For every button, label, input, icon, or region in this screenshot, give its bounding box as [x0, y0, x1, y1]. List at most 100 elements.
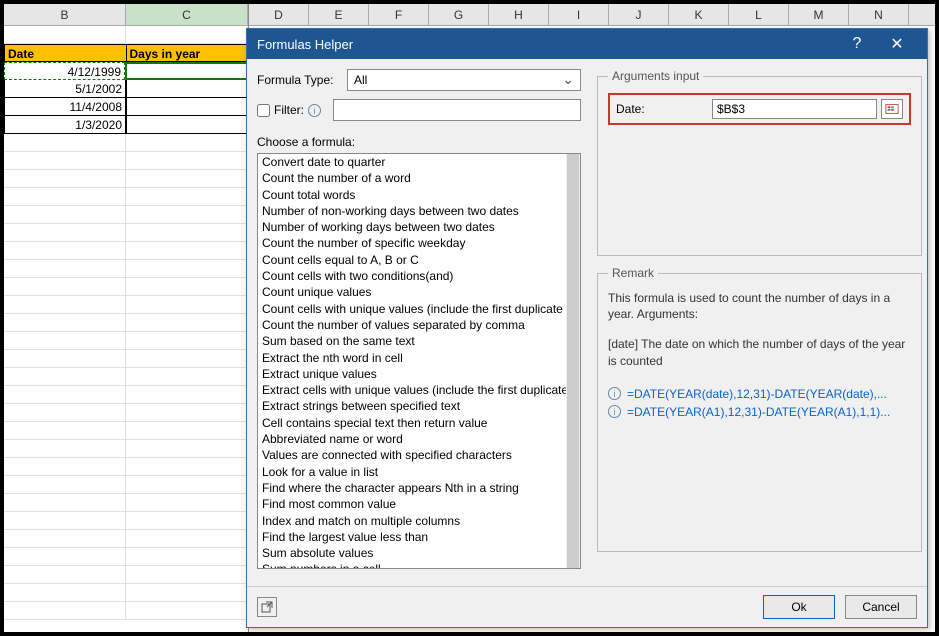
col-header-c[interactable]: C	[126, 4, 248, 25]
cell[interactable]	[4, 494, 126, 512]
formula-item[interactable]: Cell contains special text then return v…	[258, 415, 566, 431]
cell[interactable]	[4, 512, 126, 530]
formula-type-combo[interactable]: All	[347, 69, 581, 91]
cell[interactable]	[4, 548, 126, 566]
formula-item[interactable]: Abbreviated name or word	[258, 431, 566, 447]
col-header-h[interactable]: H	[489, 4, 549, 25]
cell[interactable]	[126, 296, 248, 314]
cell[interactable]	[4, 152, 126, 170]
cancel-button[interactable]: Cancel	[845, 595, 917, 619]
cell[interactable]	[126, 422, 248, 440]
cell[interactable]	[4, 566, 126, 584]
cell-b4[interactable]: 5/1/2002	[4, 80, 126, 98]
formula-item[interactable]: Count cells equal to A, B or C	[258, 252, 566, 268]
help-button[interactable]: ?	[837, 35, 877, 53]
cell[interactable]	[126, 260, 248, 278]
formula-item[interactable]: Convert date to quarter	[258, 154, 566, 170]
col-header-d[interactable]: D	[249, 4, 309, 25]
cell-b6[interactable]: 1/3/2020	[4, 116, 126, 134]
formula-item[interactable]: Number of working days between two dates	[258, 219, 566, 235]
cell[interactable]	[126, 152, 248, 170]
cell[interactable]	[4, 476, 126, 494]
formula-item[interactable]: Count the number of specific weekday	[258, 235, 566, 251]
formula-item[interactable]: Sum based on the same text	[258, 333, 566, 349]
header-date[interactable]: Date	[4, 44, 127, 62]
cell-b5[interactable]: 11/4/2008	[4, 98, 126, 116]
cell[interactable]	[126, 242, 248, 260]
cell[interactable]	[126, 224, 248, 242]
cell[interactable]	[4, 530, 126, 548]
formula-item[interactable]: Count cells with two conditions(and)	[258, 268, 566, 284]
cell[interactable]	[126, 386, 248, 404]
cell[interactable]	[126, 458, 248, 476]
cell[interactable]	[4, 332, 126, 350]
ok-button[interactable]: Ok	[763, 595, 835, 619]
cell[interactable]	[4, 440, 126, 458]
formula-item[interactable]: Count the number of a word	[258, 170, 566, 186]
cell[interactable]	[126, 584, 248, 602]
cell[interactable]	[126, 494, 248, 512]
cell[interactable]	[126, 170, 248, 188]
cell[interactable]	[126, 548, 248, 566]
worksheet[interactable]: B C Date Days in year 4/12/1999 5/1/2002…	[4, 4, 249, 632]
cell[interactable]	[4, 350, 126, 368]
formula-item[interactable]: Sum numbers in a cell	[258, 561, 566, 568]
cell[interactable]	[126, 278, 248, 296]
cell[interactable]	[4, 26, 126, 44]
cell[interactable]	[4, 278, 126, 296]
close-button[interactable]: ✕	[877, 34, 917, 54]
cell[interactable]	[4, 260, 126, 278]
formula-item[interactable]: Count unique values	[258, 284, 566, 300]
header-days[interactable]: Days in year	[127, 44, 249, 62]
cell[interactable]	[126, 440, 248, 458]
cell[interactable]	[4, 422, 126, 440]
cell[interactable]	[126, 512, 248, 530]
filter-input[interactable]	[333, 99, 581, 121]
cell-c6[interactable]	[126, 116, 248, 134]
cell[interactable]	[126, 404, 248, 422]
cell[interactable]	[126, 188, 248, 206]
cell[interactable]	[4, 386, 126, 404]
formula-item[interactable]: Index and match on multiple columns	[258, 513, 566, 529]
cell[interactable]	[4, 458, 126, 476]
cell[interactable]	[4, 188, 126, 206]
col-header-i[interactable]: I	[549, 4, 609, 25]
formula-item[interactable]: Count the number of values separated by …	[258, 317, 566, 333]
formula-item[interactable]: Find the largest value less than	[258, 529, 566, 545]
cell[interactable]	[4, 404, 126, 422]
cell-b3[interactable]: 4/12/1999	[4, 62, 125, 80]
cell[interactable]	[4, 170, 126, 188]
formula-item[interactable]: Extract the nth word in cell	[258, 350, 566, 366]
info-icon[interactable]: i	[308, 104, 321, 117]
cell-c3[interactable]	[125, 62, 248, 80]
filter-checkbox[interactable]	[257, 104, 270, 117]
arg-date-input[interactable]	[712, 99, 877, 119]
cell[interactable]	[126, 368, 248, 386]
scrollbar[interactable]	[566, 154, 580, 568]
cell[interactable]	[126, 566, 248, 584]
formula-item[interactable]: Look for a value in list	[258, 464, 566, 480]
cell[interactable]	[4, 296, 126, 314]
popout-button[interactable]	[257, 597, 277, 617]
col-header-n[interactable]: N	[849, 4, 909, 25]
formula-item[interactable]: Extract unique values	[258, 366, 566, 382]
col-header-b[interactable]: B	[4, 4, 126, 25]
formula-item[interactable]: Find most common value	[258, 496, 566, 512]
cell[interactable]	[126, 530, 248, 548]
range-picker-button[interactable]	[881, 99, 903, 119]
col-header-k[interactable]: K	[669, 4, 729, 25]
cell[interactable]	[4, 368, 126, 386]
cell[interactable]	[126, 26, 248, 44]
cell[interactable]	[126, 314, 248, 332]
cell-c4[interactable]	[126, 80, 248, 98]
titlebar[interactable]: Formulas Helper ? ✕	[247, 29, 927, 59]
col-header-m[interactable]: M	[789, 4, 849, 25]
col-header-g[interactable]: G	[429, 4, 489, 25]
cell[interactable]	[4, 224, 126, 242]
formula-item[interactable]: Find where the character appears Nth in …	[258, 480, 566, 496]
cell-c5[interactable]	[126, 98, 248, 116]
formula-item[interactable]: Count total words	[258, 187, 566, 203]
formula-listbox[interactable]: Convert date to quarterCount the number …	[257, 153, 581, 569]
cell[interactable]	[126, 350, 248, 368]
formula-item[interactable]: Extract strings between specified text	[258, 398, 566, 414]
